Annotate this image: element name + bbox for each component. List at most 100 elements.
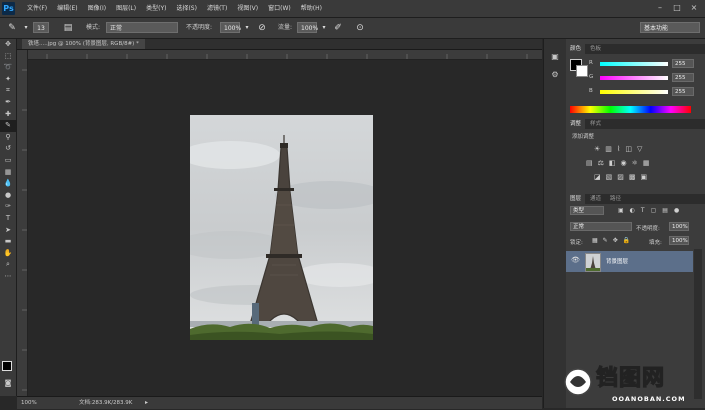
blue-slider[interactable]: [600, 90, 668, 94]
channel-mixer-icon[interactable]: ⚛: [632, 159, 638, 167]
green-slider[interactable]: [600, 76, 668, 80]
menu-window[interactable]: 窗口(W): [263, 0, 296, 17]
invert-icon[interactable]: ◪: [594, 173, 601, 181]
type-tool-icon[interactable]: T: [0, 213, 16, 225]
layer-name[interactable]: 背景图层: [606, 257, 628, 265]
lasso-tool-icon[interactable]: ➰: [0, 62, 16, 74]
crop-tool-icon[interactable]: ⌗: [0, 85, 16, 97]
quick-select-tool-icon[interactable]: ✦: [0, 74, 16, 86]
history-brush-tool-icon[interactable]: ↺: [0, 143, 16, 155]
green-value[interactable]: 255: [672, 73, 694, 82]
selective-color-icon[interactable]: ▣: [641, 173, 648, 181]
more-tools-icon[interactable]: ⋯: [0, 271, 16, 283]
smart-filter-icon[interactable]: ▤: [662, 207, 668, 214]
pressure-opacity-icon[interactable]: ⊘: [256, 22, 268, 34]
brush-panel-icon[interactable]: ▤: [62, 22, 74, 34]
pressure-size-icon[interactable]: ⊙: [354, 22, 366, 34]
mode-select[interactable]: 正常: [106, 22, 178, 33]
minimize-button[interactable]: –: [653, 2, 667, 13]
chevron-down-icon[interactable]: ▾: [20, 22, 32, 34]
healing-brush-tool-icon[interactable]: ✚: [0, 109, 16, 121]
vibrance-icon[interactable]: ▽: [637, 145, 642, 153]
zoom-tool-icon[interactable]: ⌕: [0, 259, 16, 271]
menu-help[interactable]: 帮助(H): [296, 0, 327, 17]
background-color-swatch[interactable]: [576, 65, 588, 77]
tab-swatches[interactable]: 色板: [586, 44, 605, 54]
eye-icon[interactable]: 👁: [571, 256, 580, 264]
color-balance-icon[interactable]: ⚖: [598, 159, 604, 167]
chevron-down-icon[interactable]: ▾: [241, 22, 253, 34]
type-filter-icon[interactable]: T: [641, 207, 645, 214]
move-tool-icon[interactable]: ✥: [0, 39, 16, 51]
layer-row-background[interactable]: 👁 背景图层: [566, 251, 693, 272]
zoom-level[interactable]: 100%: [21, 397, 37, 409]
shape-filter-icon[interactable]: ▢: [651, 207, 657, 214]
tab-layers[interactable]: 图层: [566, 194, 586, 204]
blend-mode-select[interactable]: 正常: [570, 222, 632, 231]
marquee-tool-icon[interactable]: ⬚: [0, 51, 16, 63]
tab-styles[interactable]: 样式: [586, 119, 605, 129]
lock-image-icon[interactable]: ✎: [603, 237, 608, 244]
clone-stamp-tool-icon[interactable]: ⚲: [0, 132, 16, 144]
exposure-icon[interactable]: ◫: [625, 145, 632, 153]
curves-icon[interactable]: ⌇: [617, 145, 620, 153]
path-select-tool-icon[interactable]: ➤: [0, 225, 16, 237]
lock-position-icon[interactable]: ✥: [613, 237, 618, 244]
eyedropper-tool-icon[interactable]: ✒: [0, 97, 16, 109]
workspace-select[interactable]: 基本功能: [640, 22, 700, 33]
fill-field[interactable]: 100%: [669, 236, 689, 245]
document-tab[interactable]: 铁塔.....jpg @ 100% (背景图层, RGB/8#) *: [22, 39, 145, 49]
maximize-button[interactable]: □: [670, 2, 684, 13]
airbrush-icon[interactable]: ✐: [332, 22, 344, 34]
layer-filter-select[interactable]: 类型: [570, 206, 604, 215]
dodge-tool-icon[interactable]: ●: [0, 190, 16, 202]
hue-saturation-icon[interactable]: ▤: [586, 159, 593, 167]
brush-size-field[interactable]: 13: [33, 22, 49, 33]
levels-icon[interactable]: ▥: [605, 145, 612, 153]
brush-tool-icon[interactable]: ✎: [6, 22, 18, 34]
lock-transparency-icon[interactable]: ▦: [592, 237, 598, 244]
history-icon[interactable]: ▣: [549, 51, 561, 63]
photo-filter-icon[interactable]: ◉: [621, 159, 627, 167]
opacity-field[interactable]: 100%: [220, 22, 241, 33]
quick-mask-icon[interactable]: ◙: [0, 378, 16, 390]
close-button[interactable]: ×: [687, 2, 701, 13]
red-value[interactable]: 255: [672, 59, 694, 68]
menu-edit[interactable]: 编辑(E): [52, 0, 82, 17]
adjustment-filter-icon[interactable]: ◐: [630, 207, 635, 214]
tab-adjustments[interactable]: 调整: [566, 119, 586, 129]
brush-tool-icon[interactable]: ✎: [0, 120, 16, 132]
menu-layer[interactable]: 图层(L): [111, 0, 141, 17]
color-spectrum-bar[interactable]: [570, 106, 691, 113]
shape-tool-icon[interactable]: ▬: [0, 236, 16, 248]
menu-view[interactable]: 视图(V): [232, 0, 263, 17]
filter-toggle-icon[interactable]: ●: [674, 207, 679, 214]
blue-value[interactable]: 255: [672, 87, 694, 96]
document-image-eiffel-tower[interactable]: [190, 115, 373, 340]
status-menu-icon[interactable]: ▸: [145, 397, 148, 409]
lock-all-icon[interactable]: 🔒: [623, 237, 630, 244]
flow-field[interactable]: 100%: [297, 22, 318, 33]
gradient-map-icon[interactable]: ▩: [629, 173, 636, 181]
tab-channels[interactable]: 通道: [586, 194, 605, 204]
menu-filter[interactable]: 滤镜(T): [202, 0, 232, 17]
gradient-tool-icon[interactable]: ▦: [0, 167, 16, 179]
threshold-icon[interactable]: ▨: [617, 173, 624, 181]
eraser-tool-icon[interactable]: ▭: [0, 155, 16, 167]
red-slider[interactable]: [600, 62, 668, 66]
tab-color[interactable]: 颜色: [566, 44, 586, 54]
menu-type[interactable]: 类型(Y): [141, 0, 171, 17]
pixel-filter-icon[interactable]: ▣: [618, 207, 624, 214]
properties-icon[interactable]: ⚙: [549, 69, 561, 81]
color-lookup-icon[interactable]: ▦: [643, 159, 650, 167]
tab-paths[interactable]: 路径: [606, 194, 625, 204]
menu-select[interactable]: 选择(S): [171, 0, 202, 17]
menu-image[interactable]: 图像(I): [83, 0, 111, 17]
layer-opacity-field[interactable]: 100%: [669, 222, 689, 231]
foreground-color[interactable]: [2, 361, 12, 371]
posterize-icon[interactable]: ▧: [606, 173, 613, 181]
pen-tool-icon[interactable]: ✑: [0, 201, 16, 213]
brightness-icon[interactable]: ☀: [594, 145, 600, 153]
menu-file[interactable]: 文件(F): [22, 0, 52, 17]
blur-tool-icon[interactable]: 💧: [0, 178, 16, 190]
